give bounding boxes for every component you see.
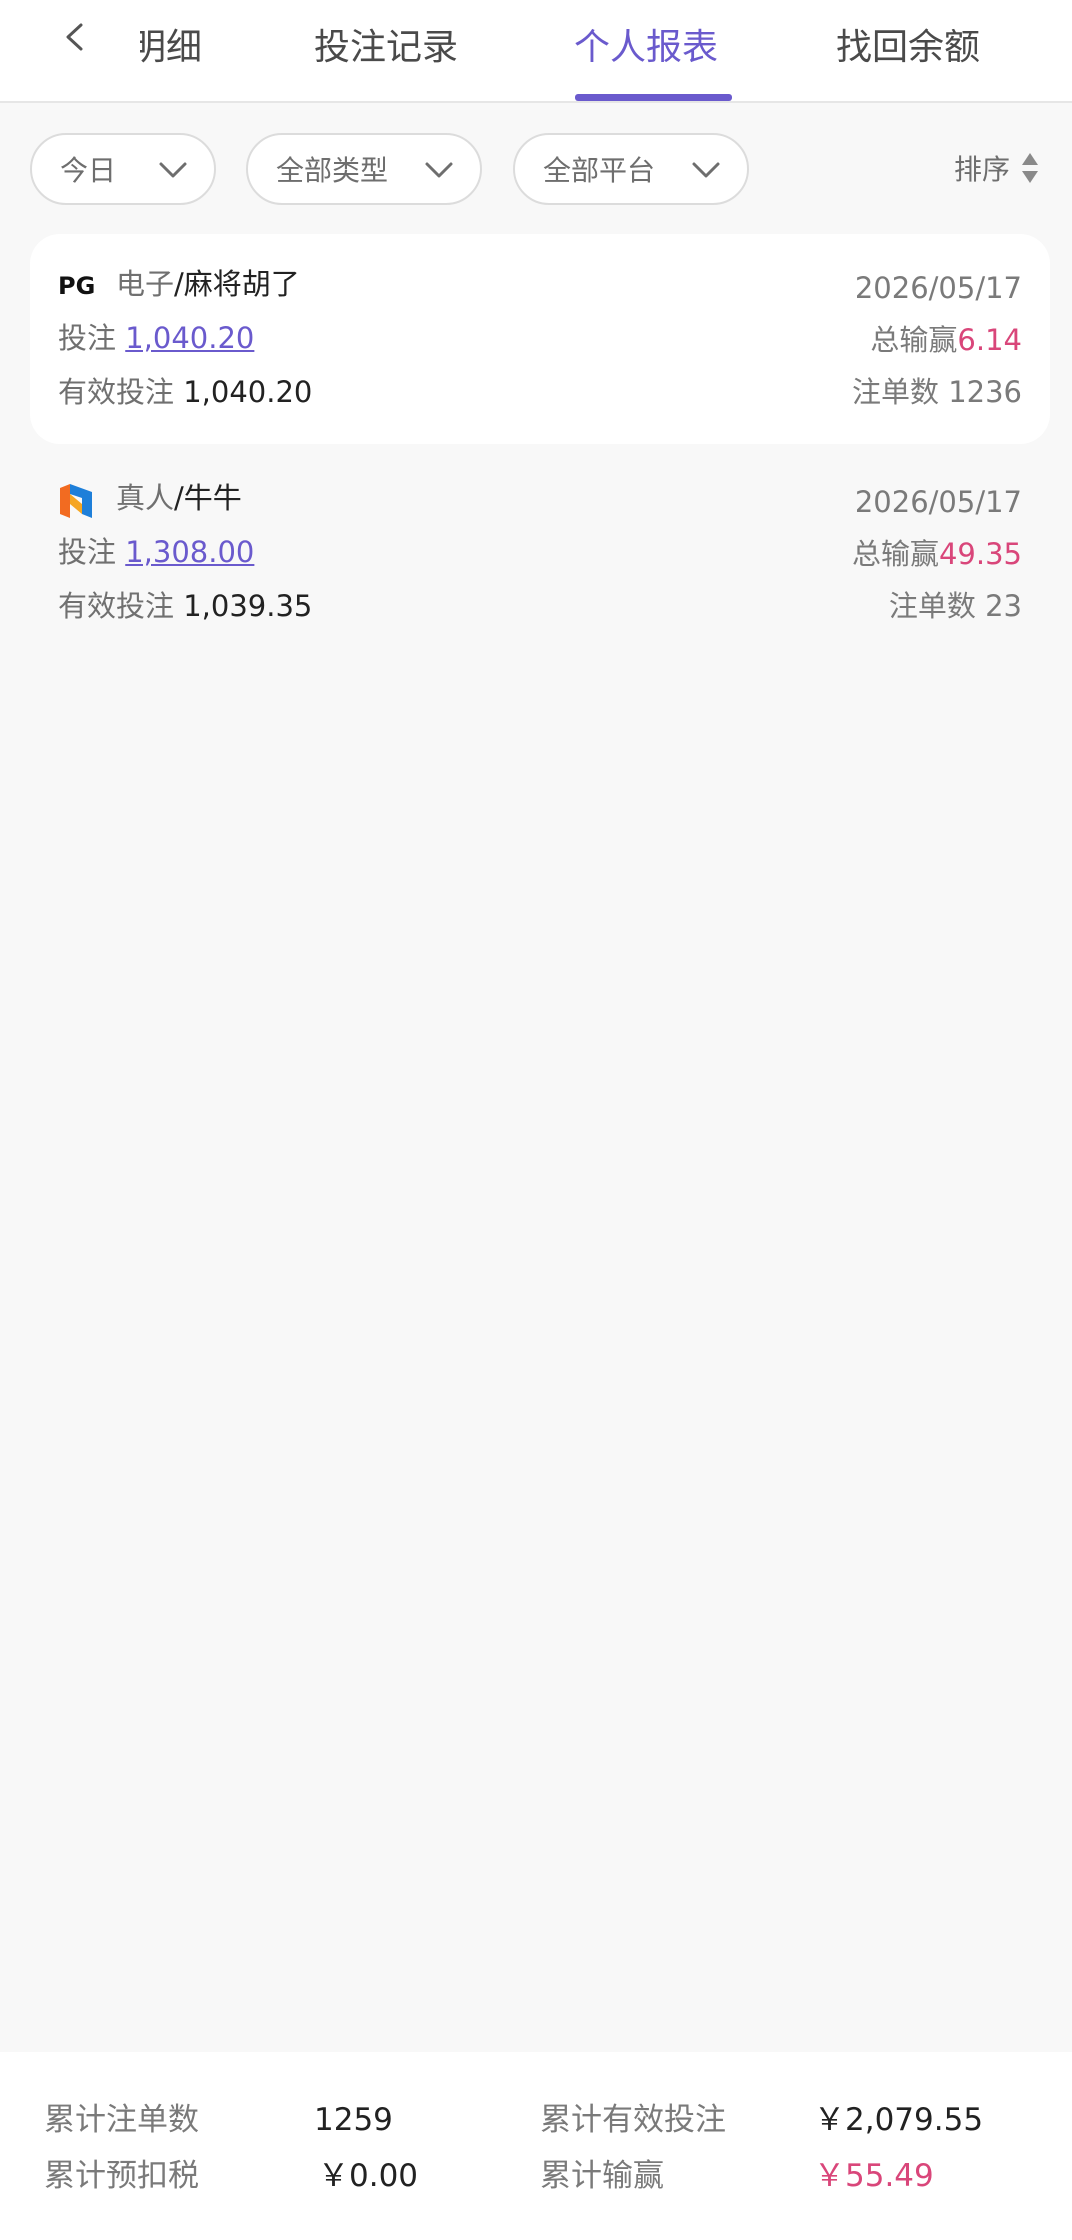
winloss-value: 49.35 [938,537,1022,571]
winloss-row: 总输赢49.35 [852,534,1022,574]
total-orders-value: 1259 [314,2102,393,2138]
live-provider-logo-icon [60,484,92,518]
tab-bet-records[interactable]: 投注记录 [314,18,458,78]
tab-personal-report[interactable]: 个人报表 [574,18,718,78]
tab-recover-balance[interactable]: 找回余额 [836,18,980,78]
winloss-value: 6.14 [957,323,1022,357]
valid-bet-value: 1,039.35 [183,589,313,623]
total-tax-value: ￥0.00 [318,2158,419,2194]
report-card[interactable]: PG 电子/麻将胡了 投注 1,040.20 有效投注 1,040.20 202… [30,234,1050,444]
date-filter-label: 今日 [60,154,117,187]
tab-details[interactable]: 明细 [140,18,202,78]
active-tab-indicator [575,94,732,101]
bet-row: 投注 1,040.20 [58,318,254,358]
total-winloss-value: ￥55.49 [814,2158,934,2194]
order-count-value: 1236 [948,375,1022,409]
game-name: 麻将胡了 [183,267,300,301]
record-date: 2026/05/17 [854,271,1022,305]
total-valid-bet-label: 累计有效投注 [540,2102,726,2138]
valid-bet-value: 1,040.20 [183,375,313,409]
valid-bet-row: 有效投注 1,039.35 [58,586,312,626]
back-button[interactable] [52,12,96,62]
svg-text:PG: PG [58,272,95,300]
total-orders-label: 累计注单数 [44,2102,199,2138]
platform-filter-dropdown[interactable]: 全部平台 [513,133,749,205]
game-category: 真人 [116,481,175,515]
title-separator: / [174,481,184,515]
order-count-label: 注单数 [888,589,976,623]
sort-label: 排序 [953,153,1010,186]
winloss-label: 总输赢 [870,323,958,357]
order-count-row: 注单数 1236 [852,372,1022,412]
valid-bet-label: 有效投注 [58,375,175,409]
winloss-label: 总输赢 [851,537,939,571]
chevron-left-icon [66,23,83,51]
platform-filter-label: 全部平台 [543,154,656,187]
type-filter-dropdown[interactable]: 全部类型 [246,133,482,205]
chevron-down-icon [692,162,720,178]
bet-value-link[interactable]: 1,040.20 [125,321,254,355]
sort-icon [1022,153,1038,183]
bet-label: 投注 [58,535,117,569]
date-filter-dropdown[interactable]: 今日 [30,133,216,205]
game-title: 电子/麻将胡了 [116,264,300,304]
title-separator: / [174,267,184,301]
order-count-label: 注单数 [851,375,939,409]
summary-panel: 累计注单数 1259 累计有效投注 ￥2,079.55 累计预扣税 ￥0.00 … [0,2052,1072,2240]
chevron-down-icon [425,162,453,178]
chevron-down-icon [159,162,187,178]
record-date: 2026/05/17 [854,485,1022,519]
order-count-row: 注单数 23 [889,586,1022,626]
order-count-value: 23 [985,589,1022,623]
pg-logo-icon: PG [58,272,95,300]
game-title: 真人/牛牛 [116,478,242,518]
total-tax-label: 累计预扣税 [44,2158,199,2194]
type-filter-label: 全部类型 [276,154,389,187]
total-winloss-label: 累计输赢 [540,2158,664,2194]
bet-label: 投注 [58,321,117,355]
top-tab-bar: 明细 投注记录 个人报表 找回余额 [0,0,1072,103]
sort-button[interactable]: 排序 [954,148,1040,188]
valid-bet-label: 有效投注 [58,589,175,623]
winloss-row: 总输赢6.14 [870,320,1022,360]
total-valid-bet-value: ￥2,079.55 [814,2102,984,2138]
game-category: 电子 [116,267,175,301]
game-name: 牛牛 [183,481,242,515]
valid-bet-row: 有效投注 1,040.20 [58,372,312,412]
bet-value-link[interactable]: 1,308.00 [125,535,254,569]
bet-row: 投注 1,308.00 [58,532,254,572]
report-card[interactable]: 真人/牛牛 投注 1,308.00 有效投注 1,039.35 2026/05/… [30,448,1050,658]
